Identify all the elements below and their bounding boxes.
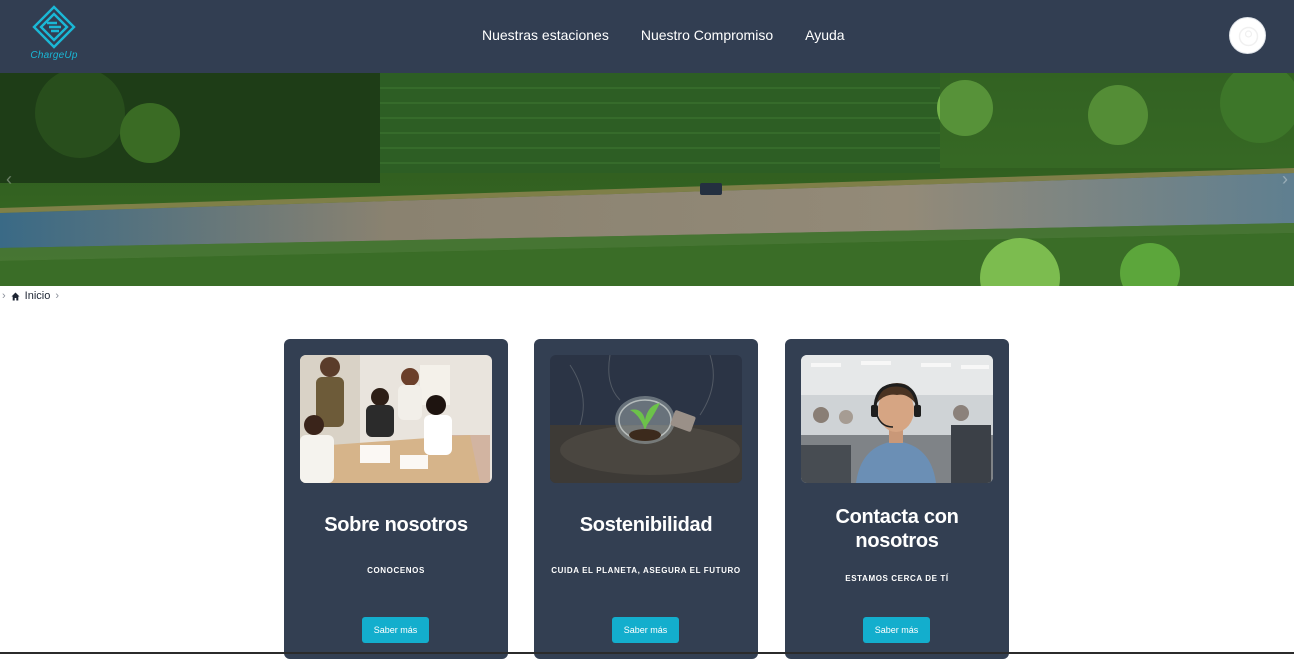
home-icon[interactable] [11, 292, 20, 301]
chevron-right-icon: › [55, 290, 60, 302]
saber-mas-button[interactable]: Saber más [863, 617, 930, 643]
nav-nuestro-compromiso[interactable]: Nuestro Compromiso [641, 27, 773, 43]
card-title: Contacta con nosotros [835, 506, 959, 552]
card-image-call-center [801, 355, 993, 483]
card-title: Sobre nosotros [324, 514, 468, 536]
card-subtitle: CONOCENOS [367, 566, 425, 575]
main-nav: Nuestras estaciones Nuestro Compromiso A… [482, 27, 845, 43]
carousel-next-icon[interactable]: › [1282, 169, 1288, 190]
breadcrumb: › Inicio › [2, 290, 59, 302]
user-avatar-icon [1238, 26, 1259, 47]
breadcrumb-home-link[interactable]: Inicio [25, 290, 51, 302]
hero-image [0, 73, 1294, 286]
card-contacta-con-nosotros: Contacta con nosotros ESTAMOS CERCA DE T… [785, 339, 1009, 659]
user-avatar-button[interactable] [1229, 17, 1266, 54]
chevron-right-icon: › [2, 290, 6, 302]
saber-mas-button[interactable]: Saber más [612, 617, 679, 643]
card-subtitle: ESTAMOS CERCA DE TÍ [845, 574, 949, 583]
chargeup-logo[interactable]: ChargeUp [27, 5, 81, 63]
nav-nuestras-estaciones[interactable]: Nuestras estaciones [482, 27, 609, 43]
card-image-lightbulb-plant [550, 355, 742, 483]
saber-mas-button[interactable]: Saber más [362, 617, 429, 643]
logo-text: ChargeUp [30, 50, 78, 61]
card-title: Sostenibilidad [579, 514, 713, 536]
carousel-prev-icon[interactable]: ‹ [6, 169, 12, 190]
chargeup-logo-icon [32, 5, 76, 49]
card-sostenibilidad: Sostenibilidad CUIDA EL PLANETA, ASEGURA… [534, 339, 758, 659]
top-navbar: ChargeUp Nuestras estaciones Nuestro Com… [0, 0, 1294, 73]
card-subtitle: CUIDA EL PLANETA, ASEGURA EL FUTURO [551, 566, 741, 575]
hero-banner: ‹ › [0, 73, 1294, 286]
card-image-team [300, 355, 492, 483]
nav-ayuda[interactable]: Ayuda [805, 27, 844, 43]
card-sobre-nosotros: Sobre nosotros CONOCENOS Saber más [284, 339, 508, 659]
